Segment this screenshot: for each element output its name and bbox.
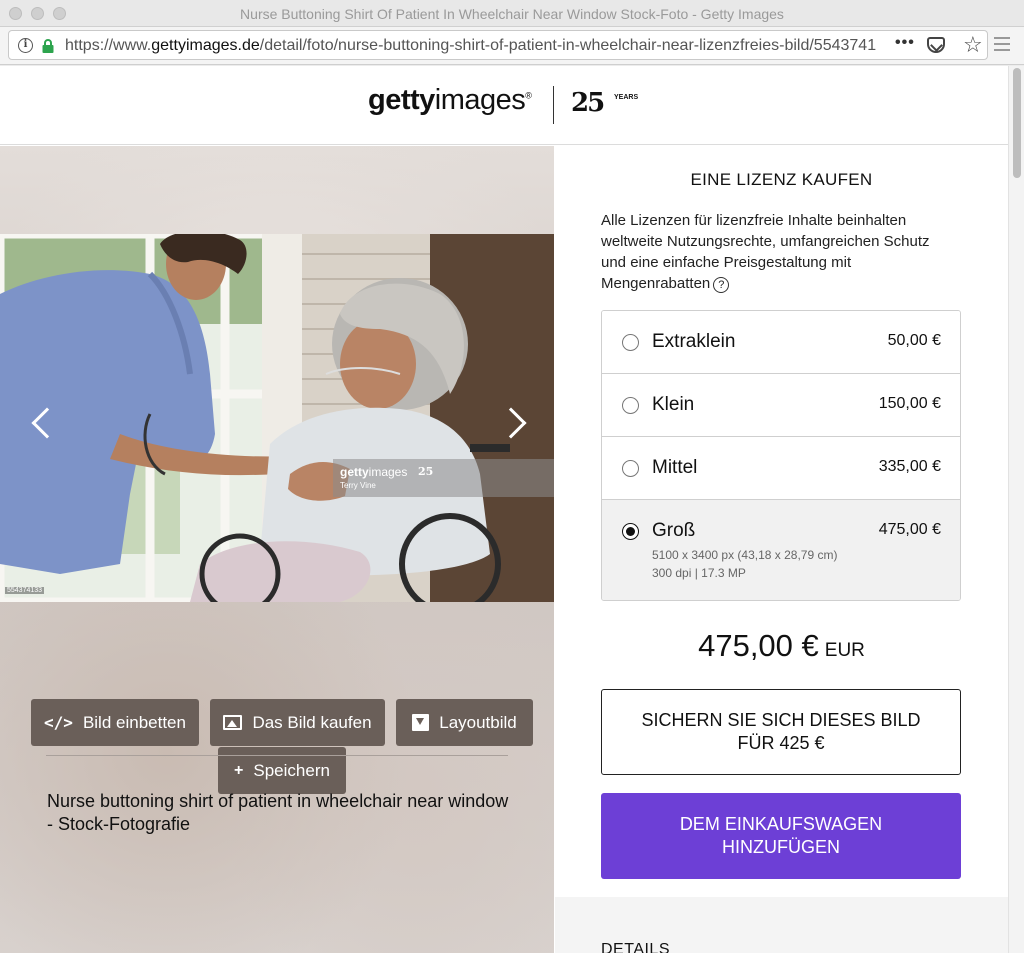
total-currency: EUR: [824, 640, 865, 661]
photo-credit: Terry Vine: [340, 481, 376, 490]
window-titlebar: Nurse Buttoning Shirt Of Patient In Whee…: [0, 0, 1024, 27]
size-options: Extraklein 50,00 € Klein 150,00 € Mittel…: [601, 310, 961, 601]
size-name: Extraklein: [652, 331, 736, 352]
scrollbar-thumb[interactable]: [1013, 68, 1021, 178]
size-price: 335,00 €: [878, 458, 941, 475]
address-bar[interactable]: i https://www.gettyimages.de/detail/foto…: [8, 30, 988, 60]
total-price: 475,00 € EUR: [555, 628, 1008, 664]
photo-watermark: gettyimages 25 Terry Vine: [333, 459, 554, 497]
logo-divider: [553, 86, 554, 124]
hamburger-menu-icon[interactable]: [994, 37, 1010, 51]
size-option-mittel[interactable]: Mittel 335,00 €: [602, 437, 960, 500]
size-option-klein[interactable]: Klein 150,00 €: [602, 374, 960, 437]
size-radio[interactable]: [622, 397, 639, 414]
lock-icon: [42, 39, 54, 53]
help-icon[interactable]: ?: [713, 277, 730, 293]
purchase-panel: EINE LIZENZ KAUFEN Alle Lizenzen für liz…: [555, 146, 1008, 953]
layout-image-label: Layoutbild: [439, 712, 517, 732]
bookmark-star-icon[interactable]: ☆: [963, 32, 983, 58]
embed-image-label: Bild einbetten: [82, 712, 186, 732]
size-option-gross[interactable]: Groß 475,00 € 5100 x 3400 px (43,18 x 28…: [602, 500, 960, 600]
divider: [46, 755, 508, 756]
watermark-anniversary: 25: [418, 465, 434, 478]
download-icon: [412, 714, 430, 731]
url-prefix: https://www.: [65, 37, 152, 54]
size-resolution: 300 dpi | 17.3 MP: [652, 566, 746, 580]
logo-getty-text: getty: [368, 84, 435, 116]
page-viewport: gettyimages® 25 YEARS gettyimages 25 Ter…: [0, 66, 1008, 953]
details-title[interactable]: DETAILS: [601, 941, 670, 953]
size-radio-selected[interactable]: [622, 523, 639, 540]
license-description-text: Alle Lizenzen für lizenzfreie Inhalte be…: [601, 212, 930, 292]
size-price: 50,00 €: [887, 332, 941, 349]
page-actions-more-icon[interactable]: •••: [895, 34, 915, 52]
url-text[interactable]: https://www.gettyimages.de/detail/foto/n…: [65, 37, 887, 55]
code-embed-icon: </>: [44, 713, 73, 732]
size-dimensions: 5100 x 3400 px (43,18 x 28,79 cm): [652, 548, 838, 562]
stock-photo-illustration: [0, 234, 554, 602]
size-price: 475,00 €: [878, 521, 941, 538]
embed-image-button[interactable]: </> Bild einbetten: [31, 699, 199, 746]
image-id: 554374133: [5, 587, 45, 594]
pocket-icon[interactable]: [927, 37, 945, 53]
plus-icon: +: [234, 761, 244, 779]
window-title: Nurse Buttoning Shirt Of Patient In Whee…: [240, 6, 784, 22]
size-name: Mittel: [652, 457, 698, 478]
size-radio[interactable]: [622, 334, 639, 351]
page-scrollbar[interactable]: [1008, 66, 1024, 953]
size-option-extraklein[interactable]: Extraklein 50,00 €: [602, 311, 960, 374]
buy-image-label: Das Bild kaufen: [252, 712, 372, 732]
browser-toolbar: i https://www.gettyimages.de/detail/foto…: [0, 27, 1024, 65]
secure-image-button[interactable]: SICHERN SIE SICH DIESES BILD FÜR 425 €: [601, 689, 961, 775]
image-column: gettyimages 25 Terry Vine 554374133 </> …: [0, 146, 554, 953]
secure-image-label: SICHERN SIE SICH DIESES BILD FÜR 425 €: [641, 710, 921, 753]
image-caption: Nurse buttoning shirt of patient in whee…: [47, 791, 509, 834]
license-description: Alle Lizenzen für lizenzfreie Inhalte be…: [601, 210, 951, 294]
save-label: Speichern: [253, 760, 330, 780]
add-to-cart-button[interactable]: DEM EINKAUFSWAGEN HINZUFÜGEN: [601, 793, 961, 879]
site-header: gettyimages® 25 YEARS: [0, 66, 1008, 145]
watermark-brand: gettyimages: [340, 465, 407, 479]
watermark-brand-getty: getty: [340, 465, 369, 479]
image-icon: [223, 715, 243, 730]
details-section: DETAILS: [555, 897, 1008, 953]
logo-registered-mark: ®: [525, 90, 532, 101]
anniversary-number: 25: [571, 88, 605, 118]
size-name: Groß: [652, 520, 696, 541]
size-price: 150,00 €: [878, 395, 941, 412]
license-title: EINE LIZENZ KAUFEN: [690, 170, 873, 189]
gettyimages-logo[interactable]: gettyimages®: [368, 84, 532, 117]
url-domain: gettyimages.de: [151, 37, 260, 54]
stock-photo[interactable]: gettyimages 25 Terry Vine 554374133: [0, 234, 554, 602]
size-radio[interactable]: [622, 460, 639, 477]
total-amount: 475,00 €: [698, 628, 819, 663]
watermark-brand-images: images: [368, 465, 408, 479]
layout-image-button[interactable]: Layoutbild: [396, 699, 533, 746]
size-name: Klein: [652, 394, 695, 415]
url-path: /detail/foto/nurse-buttoning-shirt-of-pa…: [259, 37, 877, 54]
anniversary-word: YEARS: [614, 94, 639, 101]
buy-image-button[interactable]: Das Bild kaufen: [210, 699, 385, 746]
logo-images-text: images: [434, 84, 526, 116]
info-icon[interactable]: i: [18, 38, 33, 53]
add-to-cart-label: DEM EINKAUFSWAGEN HINZUFÜGEN: [679, 814, 883, 857]
